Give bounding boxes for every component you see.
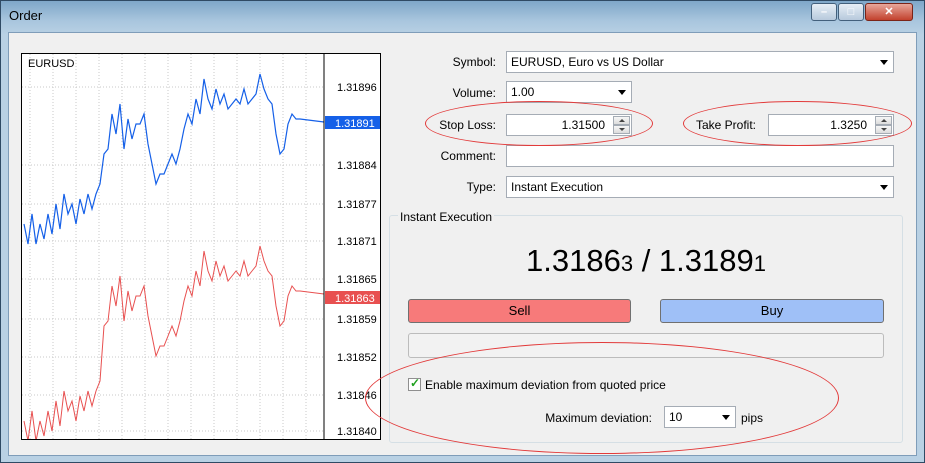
price-axis-label: 1.31884 (337, 160, 377, 172)
quote-display: 1.31863 / 1.31891 (389, 243, 903, 279)
close-button[interactable]: ✕ (865, 3, 913, 21)
type-label: Type: (466, 180, 496, 194)
tick-chart-canvas: EURUSD 1.31896 1.31884 1.31877 1.31871 1.318… (22, 54, 380, 439)
ask-price: 1.31891 (659, 243, 766, 278)
price-axis-label: 1.31865 (337, 274, 377, 286)
comment-label: Comment: (440, 149, 496, 163)
chart-symbol: EURUSD (28, 58, 75, 70)
minimize-button[interactable]: – (811, 3, 837, 21)
symbol-label: Symbol: (452, 55, 496, 69)
ask-price-tag-text: 1.31891 (335, 118, 375, 130)
bid-price-pipette: 3 (620, 251, 634, 276)
instant-execution-title: Instant Execution (398, 210, 495, 224)
title-bar[interactable]: Order – □ ✕ (1, 1, 924, 31)
volume-select[interactable]: 1.00 (506, 81, 632, 103)
maximize-button[interactable]: □ (838, 3, 864, 21)
buy-button[interactable]: Buy (660, 299, 884, 323)
tick-chart: EURUSD 1.31896 1.31884 1.31877 1.31871 1.318… (21, 53, 381, 440)
comment-input[interactable] (506, 145, 894, 167)
chevron-down-icon (618, 90, 626, 95)
ask-price-main: 1.3189 (658, 243, 754, 278)
bid-price-main: 1.3186 (526, 243, 621, 278)
volume-value: 1.00 (511, 85, 535, 99)
chevron-down-icon (880, 185, 888, 190)
price-axis-label: 1.31877 (337, 199, 377, 211)
bid-price-tag-text: 1.31863 (335, 293, 375, 305)
quote-separator: / (633, 243, 659, 278)
symbol-select[interactable]: EURUSD, Euro vs US Dollar (506, 51, 894, 73)
price-axis-label: 1.31871 (337, 236, 377, 248)
volume-label: Volume: (452, 86, 496, 100)
ask-price-line (23, 73, 325, 245)
chevron-down-icon (880, 60, 888, 65)
price-axis-label: 1.31859 (337, 314, 377, 326)
takeprofit-highlight (683, 101, 912, 146)
order-type-value: Instant Execution (511, 180, 604, 194)
ask-price-pipette: 1 (753, 251, 766, 276)
symbol-value: EURUSD, Euro vs US Dollar (511, 55, 664, 69)
close-icon: ✕ (884, 6, 894, 18)
sell-button[interactable]: Sell (408, 299, 631, 323)
minimize-icon: – (820, 6, 828, 18)
stoploss-highlight (425, 101, 653, 146)
price-axis-label: 1.31840 (337, 426, 377, 438)
window-title: Order (9, 8, 43, 23)
price-axis-label: 1.31852 (337, 352, 377, 364)
order-type-select[interactable]: Instant Execution (506, 176, 894, 198)
price-axis-label: 1.31896 (337, 82, 377, 94)
bid-price: 1.31863 (526, 243, 633, 278)
maximize-icon: □ (847, 6, 855, 18)
deviation-highlight (365, 342, 839, 454)
bid-price-line (23, 245, 325, 439)
